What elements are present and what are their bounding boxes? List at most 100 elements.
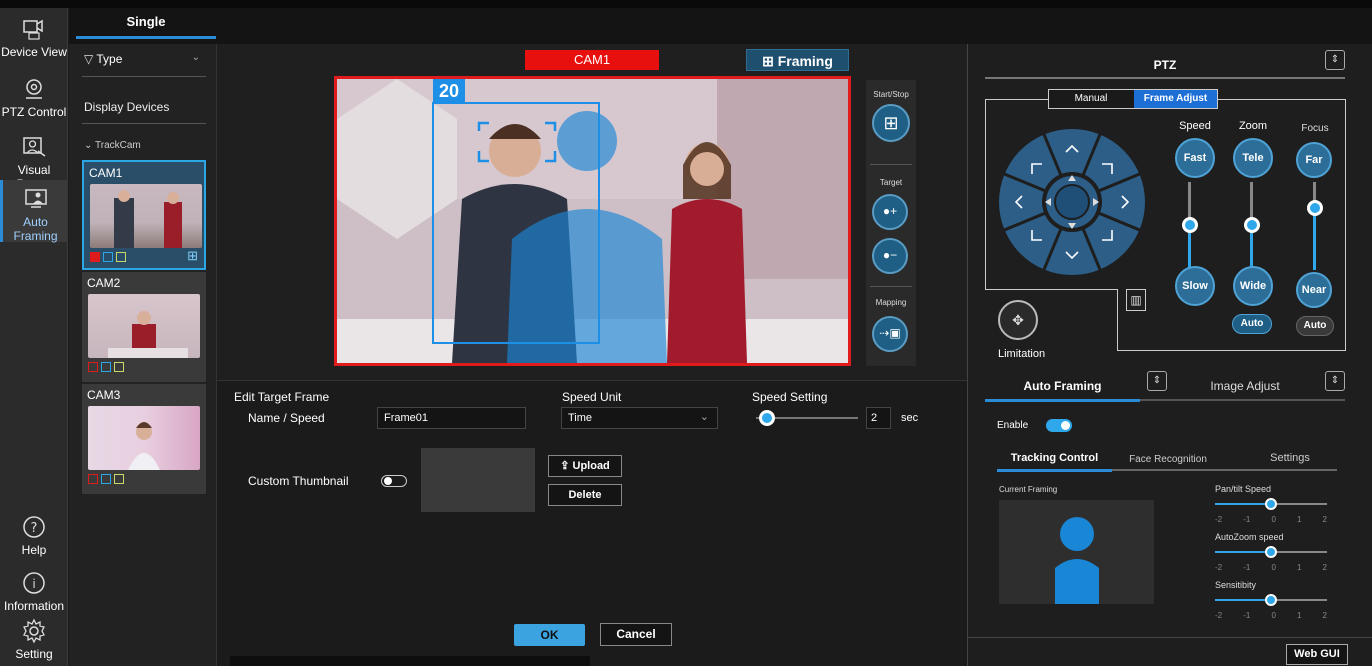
status-square-red bbox=[90, 252, 100, 262]
focus-label: Focus bbox=[1301, 123, 1329, 134]
gear-icon bbox=[23, 618, 45, 644]
framing-button[interactable]: ⊞ Framing bbox=[746, 49, 849, 71]
speed-slider-thumb[interactable] bbox=[1182, 217, 1198, 233]
speed-value-input[interactable]: 2 bbox=[866, 407, 891, 429]
nav-visual-preset[interactable]: Visual Preset bbox=[0, 128, 68, 191]
svg-text:?: ? bbox=[31, 521, 38, 536]
focus-near-button[interactable]: Near bbox=[1296, 272, 1332, 308]
pan-tilt-speed-fill bbox=[1215, 503, 1271, 505]
zoom-tele-button[interactable]: Tele bbox=[1233, 138, 1273, 178]
add-target-button[interactable]: ●+ bbox=[872, 194, 908, 230]
limitation-button[interactable]: ✥ bbox=[998, 300, 1038, 340]
ptz-collapse-button[interactable]: ⇕ bbox=[1325, 50, 1345, 70]
sensitivity-ticks: -2 -1 0 1 2 bbox=[1215, 611, 1327, 620]
chevron-down-icon: ⌄ bbox=[84, 140, 93, 151]
sensitivity-thumb[interactable] bbox=[1265, 594, 1277, 606]
frame-name-input[interactable]: Frame01 bbox=[377, 407, 526, 429]
web-gui-button[interactable]: Web GUI bbox=[1286, 644, 1348, 665]
chevron-down-icon: ⌄ bbox=[699, 411, 709, 423]
nav-label: PTZ Control bbox=[1, 105, 67, 119]
tick-label: 0 bbox=[1271, 515, 1276, 524]
zoom-wide-button[interactable]: Wide bbox=[1233, 266, 1273, 306]
group-trackcam[interactable]: ⌄ TrackCam bbox=[84, 140, 141, 151]
pan-tilt-speed-thumb[interactable] bbox=[1265, 498, 1277, 510]
tick-label: 2 bbox=[1322, 515, 1327, 524]
status-square-red bbox=[88, 362, 98, 372]
cam-card-cam2[interactable]: CAM2 bbox=[82, 272, 206, 382]
remove-target-button[interactable]: ●− bbox=[872, 238, 908, 274]
type-filter[interactable]: ▽ Type ⌄ bbox=[84, 52, 204, 72]
subtab-face-recognition[interactable]: Face Recognition bbox=[1118, 454, 1218, 465]
info-icon: i bbox=[23, 572, 45, 594]
divider bbox=[82, 76, 206, 77]
mapping-button[interactable]: ⇢▣ bbox=[872, 316, 908, 352]
tab-auto-framing[interactable]: Auto Framing bbox=[985, 379, 1140, 393]
nav-ptz-control[interactable]: PTZ Control bbox=[0, 70, 68, 130]
divider bbox=[82, 123, 206, 124]
divider bbox=[870, 164, 912, 165]
subtab-tracking-control[interactable]: Tracking Control bbox=[997, 452, 1112, 464]
zoom-slider-thumb[interactable] bbox=[1244, 217, 1260, 233]
subtab-settings[interactable]: Settings bbox=[1240, 452, 1340, 464]
custom-thumbnail-toggle[interactable] bbox=[381, 475, 407, 487]
speed-fast-button[interactable]: Fast bbox=[1175, 138, 1215, 178]
tick-label: 1 bbox=[1296, 515, 1302, 524]
pan-tilt-joystick[interactable] bbox=[998, 128, 1146, 276]
edit-title: Edit Target Frame bbox=[234, 390, 330, 404]
tab-underline bbox=[997, 469, 1112, 472]
enable-label: Enable bbox=[997, 420, 1029, 431]
zoom-auto-button[interactable]: Auto bbox=[1232, 314, 1272, 334]
tick-label: -1 bbox=[1243, 515, 1251, 524]
upload-button[interactable]: ⇪ Upload bbox=[548, 455, 622, 477]
tick-label: -1 bbox=[1243, 611, 1251, 620]
framing-side-controls: Start/Stop ⊞ Target ●+ ●− Mapping ⇢▣ bbox=[866, 80, 916, 366]
tab-single[interactable]: Single bbox=[76, 14, 216, 36]
auto-framing-collapse-button[interactable]: ⇕ bbox=[1147, 371, 1167, 391]
device-view-icon bbox=[23, 19, 43, 40]
nav-device-view[interactable]: Device View bbox=[0, 10, 68, 70]
speed-label: Speed bbox=[1179, 120, 1211, 132]
delete-button[interactable]: Delete bbox=[548, 484, 622, 506]
cam-card-cam1[interactable]: CAM1 ⊞ bbox=[82, 160, 206, 270]
nav-help[interactable]: ? Help bbox=[0, 508, 68, 568]
tab-manual[interactable]: Manual bbox=[1049, 90, 1133, 108]
slider-label: AutoZoom speed bbox=[1215, 532, 1284, 542]
status-square-blue bbox=[101, 362, 111, 372]
focus-auto-button[interactable]: Auto bbox=[1296, 316, 1334, 336]
custom-thumbnail-label: Custom Thumbnail bbox=[248, 474, 349, 488]
pan-tilt-speed-ticks: -2 -1 0 1 2 bbox=[1215, 515, 1327, 524]
group-name: TrackCam bbox=[95, 140, 141, 151]
nav-auto-framing[interactable]: Auto Framing bbox=[0, 180, 68, 243]
image-adjust-collapse-button[interactable]: ⇕ bbox=[1325, 371, 1345, 391]
expand-icon: ⇕ bbox=[1330, 54, 1340, 65]
enable-toggle[interactable] bbox=[1046, 419, 1072, 432]
nav-setting[interactable]: Setting bbox=[0, 612, 68, 666]
auto-framing-icon bbox=[24, 189, 47, 208]
speed-unit-select[interactable]: Time ⌄ bbox=[561, 407, 718, 429]
remove-person-icon: ●− bbox=[882, 248, 898, 262]
lock-button[interactable]: ▥ bbox=[1126, 289, 1146, 311]
cancel-button[interactable]: Cancel bbox=[600, 623, 672, 646]
tick-label: -2 bbox=[1215, 515, 1223, 524]
ok-button[interactable]: OK bbox=[514, 624, 585, 646]
tab-frame-adjust[interactable]: Frame Adjust bbox=[1134, 90, 1217, 108]
video-preview[interactable]: 20 bbox=[334, 76, 851, 366]
speed-slider-thumb[interactable] bbox=[759, 410, 776, 426]
cam-thumbnail bbox=[88, 294, 200, 358]
mapping-label: Mapping bbox=[875, 298, 907, 307]
slider-label: Pan/tilt Speed bbox=[1215, 484, 1272, 494]
ptz-frame-outline bbox=[1117, 350, 1345, 351]
status-square-yellow bbox=[114, 474, 124, 484]
start-stop-button[interactable]: ⊞ bbox=[872, 104, 910, 142]
tab-image-adjust[interactable]: Image Adjust bbox=[1180, 379, 1310, 393]
autozoom-speed-ticks: -2 -1 0 1 2 bbox=[1215, 563, 1327, 572]
name-speed-label: Name / Speed bbox=[248, 411, 325, 425]
cam-name: CAM2 bbox=[87, 276, 121, 290]
autozoom-speed-thumb[interactable] bbox=[1265, 546, 1277, 558]
cam-card-cam3[interactable]: CAM3 bbox=[82, 384, 206, 494]
nav-label: Help bbox=[21, 543, 47, 557]
focus-far-button[interactable]: Far bbox=[1296, 142, 1332, 178]
speed-slow-button[interactable]: Slow bbox=[1175, 266, 1215, 306]
display-devices-title: Display Devices bbox=[84, 100, 170, 114]
ptz-frame-outline bbox=[1345, 99, 1346, 351]
